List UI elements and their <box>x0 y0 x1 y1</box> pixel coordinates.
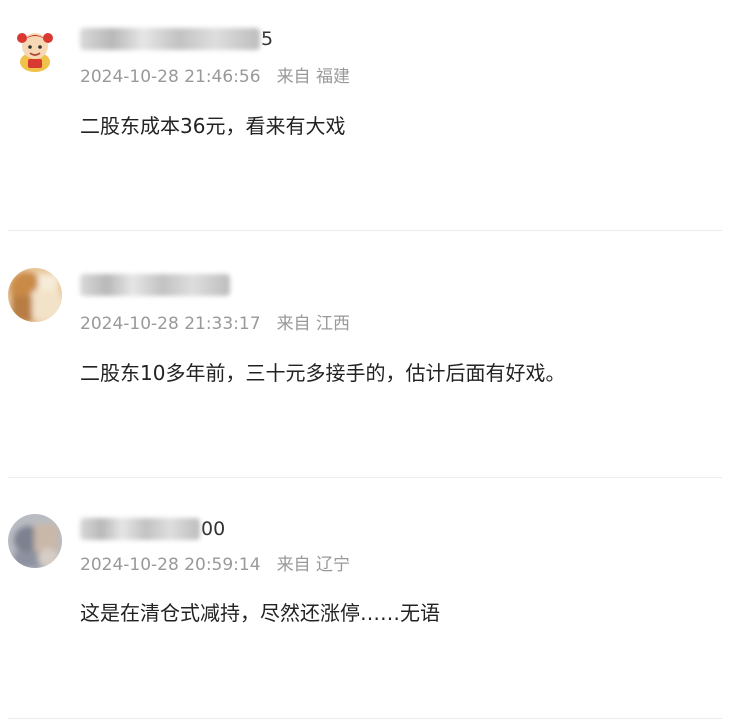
username[interactable] <box>80 272 231 296</box>
comment-location: 来自 福建 <box>276 67 350 87</box>
comment-location: 来自 辽宁 <box>276 555 350 575</box>
avatar[interactable] <box>8 22 62 76</box>
blurred-photo-avatar-icon <box>8 514 62 568</box>
comment-text: 二股东成本36元，看来有大戏 <box>80 114 346 138</box>
comment-timestamp: 2024-10-28 21:33:17 <box>80 314 261 334</box>
username-visible-part: 5 <box>261 27 274 50</box>
comment-meta: 2024-10-28 21:46:56 来自 福建 <box>80 65 350 89</box>
blurred-username <box>80 27 260 50</box>
blurred-username <box>80 273 230 296</box>
avatar[interactable] <box>8 268 62 322</box>
username[interactable]: 00 <box>80 516 225 540</box>
comment-timestamp: 2024-10-28 20:59:14 <box>80 555 261 575</box>
divider <box>8 477 722 478</box>
comment-timestamp: 2024-10-28 21:46:56 <box>80 67 261 87</box>
username-visible-part: 00 <box>201 517 226 540</box>
comment-meta: 2024-10-28 20:59:14 来自 辽宁 <box>80 553 350 577</box>
blurred-photo-avatar-icon <box>8 268 62 322</box>
blurred-username <box>80 517 200 540</box>
username[interactable]: 5 <box>80 26 273 50</box>
avatar[interactable] <box>8 514 62 568</box>
comment-text: 二股东10多年前，三十元多接手的，估计后面有好戏。 <box>80 361 566 385</box>
divider <box>8 230 722 231</box>
comment-text: 这是在清仓式减持，尽然还涨停……无语 <box>80 601 440 625</box>
divider <box>8 718 722 719</box>
comment-meta: 2024-10-28 21:33:17 来自 江西 <box>80 312 350 336</box>
cartoon-character-icon <box>8 22 62 76</box>
comment-location: 来自 江西 <box>276 314 350 334</box>
comment-list: 5 2024-10-28 21:46:56 来自 福建 二股东成本36元，看来有大… <box>0 0 730 720</box>
